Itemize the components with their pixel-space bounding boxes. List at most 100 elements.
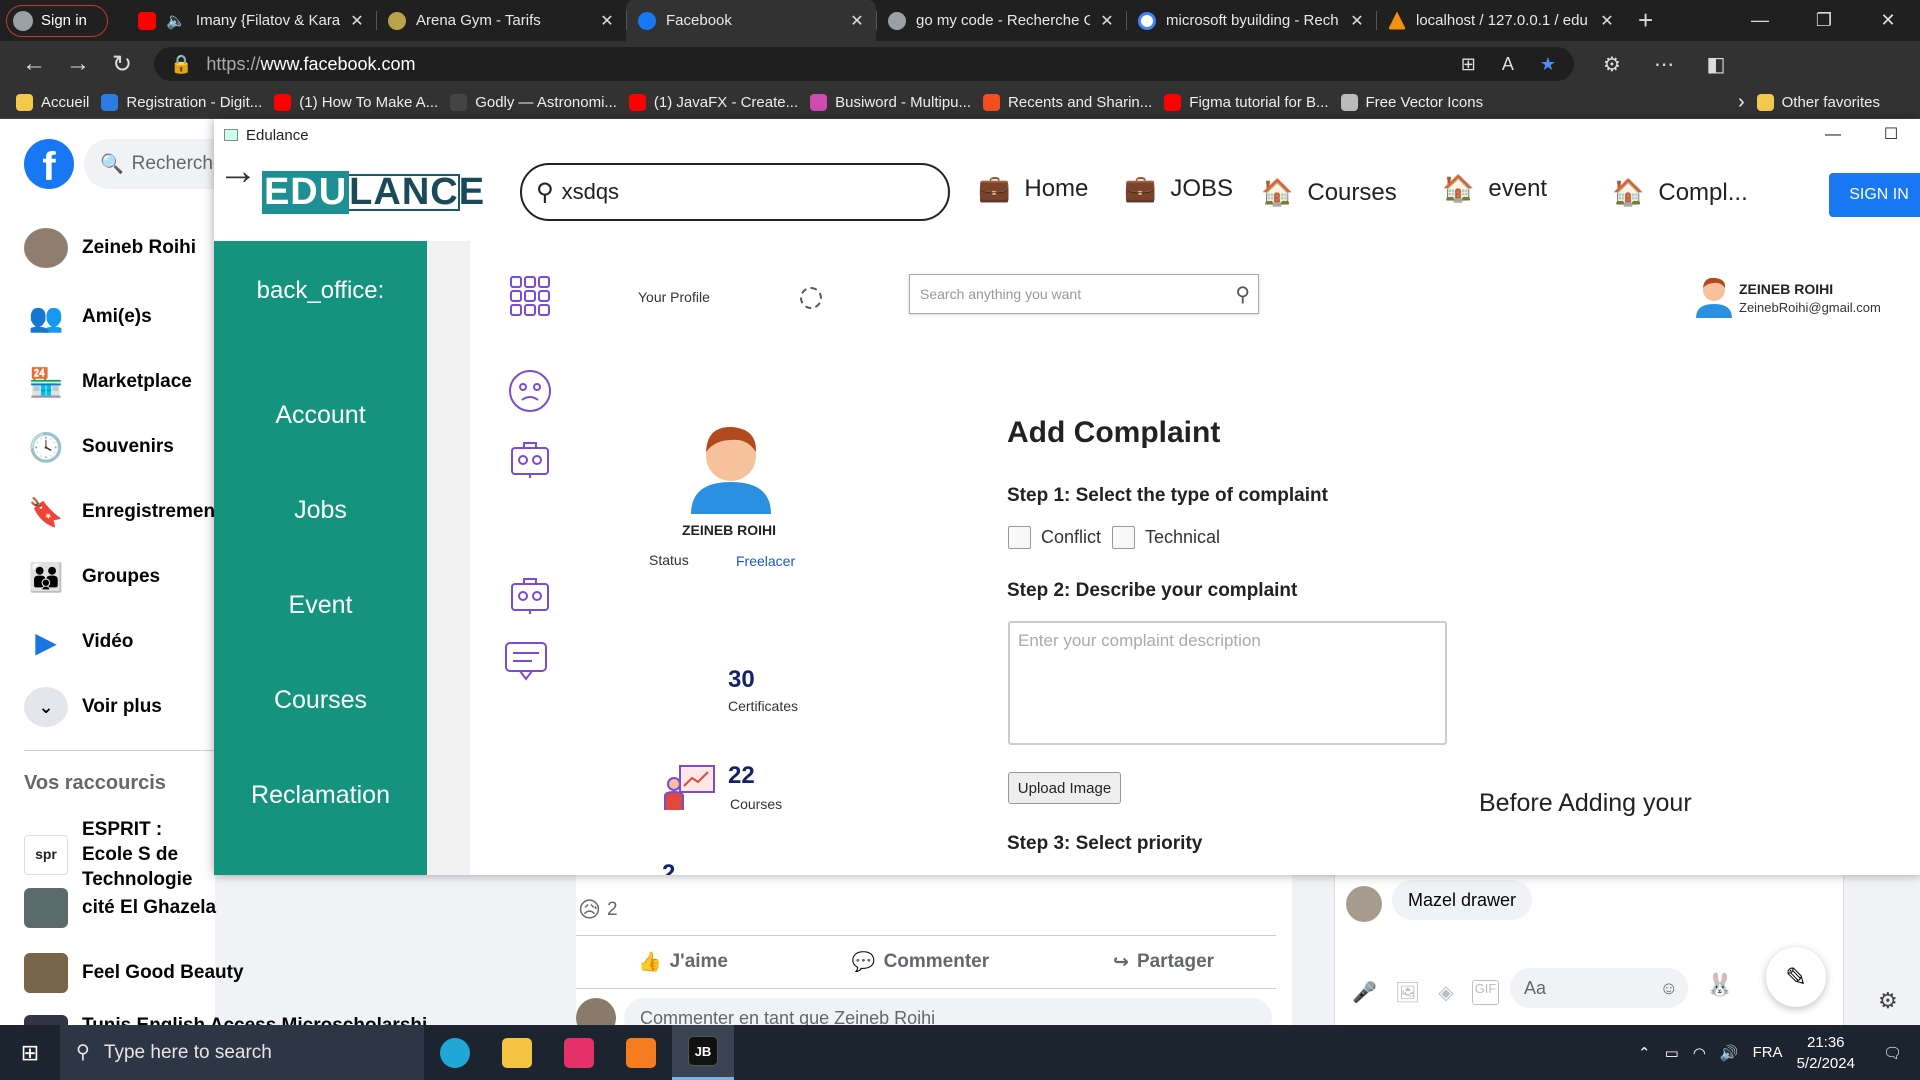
taskbar-search[interactable]: ⚲ Type here to search [60,1025,424,1080]
favorite-item[interactable]: Figma tutorial for B... [1164,94,1329,111]
sidebar-item-event[interactable]: Event [214,591,427,620]
jetbrains-app[interactable]: JB [672,1025,734,1080]
post-reactions[interactable]: 😥 2 [578,897,618,923]
fb-nav-profile[interactable]: Zeineb Roihi [24,228,196,268]
facebook-logo-icon[interactable]: f [24,139,74,189]
sidebar-item-account[interactable]: Account [214,401,427,430]
sidebar-item-courses[interactable]: Courses [214,686,427,715]
favorite-item[interactable]: Godly — Astronomi... [450,94,617,111]
close-icon[interactable]: ✕ [1856,10,1920,31]
nav-home[interactable]: 💼 Home [978,173,1088,204]
favorite-item[interactable]: Free Vector Icons [1340,94,1483,111]
your-profile-link[interactable]: Your Profile [638,289,710,305]
profile-signin-button[interactable]: Sign in [6,4,108,37]
battery-icon[interactable]: ▭ [1665,1044,1679,1062]
gif-icon[interactable]: GIF [1471,980,1500,1005]
favorite-item[interactable]: Recents and Sharin... [983,94,1152,111]
sidebar-item-reclamation[interactable]: Reclamation [214,781,427,810]
tab-microsoft-building[interactable]: microsoft byuilding - Rech ✕ [1126,0,1376,41]
microphone-icon[interactable]: 🎤 [1352,980,1377,1005]
new-message-button[interactable]: ✎ [1766,947,1826,1007]
sticker-icon[interactable]: ◈ [1438,980,1453,1005]
back-icon[interactable]: ← [12,50,56,78]
checkbox-box[interactable] [1008,526,1031,549]
tab-arena-gym[interactable]: Arena Gym - Tarifs ✕ [376,0,626,41]
refresh-icon[interactable]: ↻ [100,50,144,79]
fb-nav-saved[interactable]: 🔖 Enregistrements [24,492,232,532]
wifi-icon[interactable]: ◠ [1693,1044,1706,1062]
clock[interactable]: 21:36 5/2/2024 [1797,1032,1855,1074]
edge-app[interactable] [424,1025,486,1080]
comment-button[interactable]: 💬 Commenter [852,950,989,974]
technical-checkbox[interactable]: Technical [1112,526,1220,549]
signin-button[interactable]: SIGN IN [1829,173,1920,217]
search-icon[interactable]: ⚲ [1235,282,1250,307]
language-indicator[interactable]: FRA [1753,1044,1783,1061]
more-icon[interactable]: ⋯ [1638,52,1690,77]
briefcase-icon[interactable] [508,437,552,481]
apps-icon[interactable]: ⊞ [1461,54,1476,75]
restore-icon[interactable]: ❐ [1792,10,1856,31]
maximize-icon[interactable]: ☐ [1862,119,1920,151]
favorite-item[interactable]: (1) JavaFX - Create... [628,94,798,111]
upload-image-button[interactable]: Upload Image [1008,772,1121,804]
fb-shortcut-tunis-english[interactable]: Tunis English Access Microscholarshi [24,1015,427,1025]
checkbox-box[interactable] [1112,526,1135,549]
nav-jobs[interactable]: 💼 JOBS [1124,173,1233,204]
tab-facebook[interactable]: Facebook ✕ [626,0,876,41]
read-aloud-icon[interactable]: A [1502,54,1514,75]
favorite-item[interactable]: Accueil [16,94,89,111]
favorite-item[interactable]: (1) How To Make A... [274,94,438,111]
fb-nav-video[interactable]: ▶ Vidéo [24,622,133,662]
grid-icon[interactable] [508,274,552,318]
fb-nav-friends[interactable]: 👥 Ami(e)s [24,297,152,337]
close-icon[interactable]: ✕ [600,11,614,31]
close-icon[interactable]: ✕ [350,11,364,31]
fb-nav-groups[interactable]: 👪 Groupes [24,557,161,597]
fb-shortcut-ghazela[interactable]: cité El Ghazela [24,888,216,928]
notifications-icon[interactable]: 🗨 [1883,1044,1902,1062]
emoji-icon[interactable]: ☺ [1660,978,1678,999]
like-button[interactable]: 👍 J'aime [638,950,728,974]
address-bar[interactable]: 🔒 https://www.facebook.com ⊞ A ★ [154,47,1574,81]
fb-shortcut-feelgood[interactable]: Feel Good Beauty [24,953,244,993]
complaint-description-textarea[interactable]: Enter your complaint description [1008,621,1447,745]
nav-courses[interactable]: 🏠 Courses [1261,177,1397,208]
speaker-icon[interactable]: 🔈 [166,11,186,31]
minimize-icon[interactable]: — [1804,119,1862,151]
windows-start-icon[interactable]: ⊞ [0,1040,60,1066]
forward-icon[interactable]: → [56,50,100,78]
close-icon[interactable]: ✕ [850,11,864,31]
arrow-right-icon[interactable]: → [218,149,258,194]
user-avatar[interactable] [1694,274,1734,318]
nav-complaints[interactable]: 🏠 Compl... [1612,177,1748,208]
fb-nav-marketplace[interactable]: 🏪 Marketplace [24,362,192,402]
xampp-app[interactable] [610,1025,672,1080]
tab-go-my-code[interactable]: go my code - Recherche G ✕ [876,0,1126,41]
gear-icon[interactable]: ⚙ [1878,988,1898,1014]
main-search-input[interactable]: ⚲ xsdqs [520,163,950,221]
favorite-item[interactable]: Registration - Digit... [101,94,262,111]
extensions-icon[interactable]: ⚙ [1586,52,1638,77]
chat-icon[interactable] [504,639,548,683]
tab-phpmyadmin[interactable]: localhost / 127.0.0.1 / edu ✕ [1376,0,1626,41]
chevron-right-icon[interactable]: › [1738,91,1745,114]
nav-event[interactable]: 🏠 event [1442,173,1547,204]
fb-nav-memories[interactable]: 🕓 Souvenirs [24,427,174,467]
explorer-app[interactable] [486,1025,548,1080]
edulance-logo[interactable]: EDU LANCE [261,171,484,214]
fb-nav-see-more[interactable]: ⌄ Voir plus [24,687,162,727]
other-favorites[interactable]: Other favorites [1756,94,1880,111]
sidebar-icon[interactable]: ◧ [1690,52,1742,77]
fb-shortcut-esprit[interactable]: spr ESPRIT : Ecole S de Technologie [24,817,214,892]
favorite-item[interactable]: Busiword - Multipu... [810,94,971,111]
image-icon[interactable]: 🖼 [1395,980,1420,1005]
chat-input[interactable]: Aa ☺ [1510,968,1688,1008]
new-tab-button[interactable]: + [1638,5,1668,36]
share-button[interactable]: ↪ Partager [1113,951,1214,974]
rabbit-sticker-icon[interactable]: 🐰 [1706,972,1733,998]
close-icon[interactable]: ✕ [1100,11,1114,31]
close-icon[interactable]: ✕ [1350,11,1364,31]
sidebar-item-jobs[interactable]: Jobs [214,496,427,525]
minimize-icon[interactable]: — [1728,10,1792,31]
